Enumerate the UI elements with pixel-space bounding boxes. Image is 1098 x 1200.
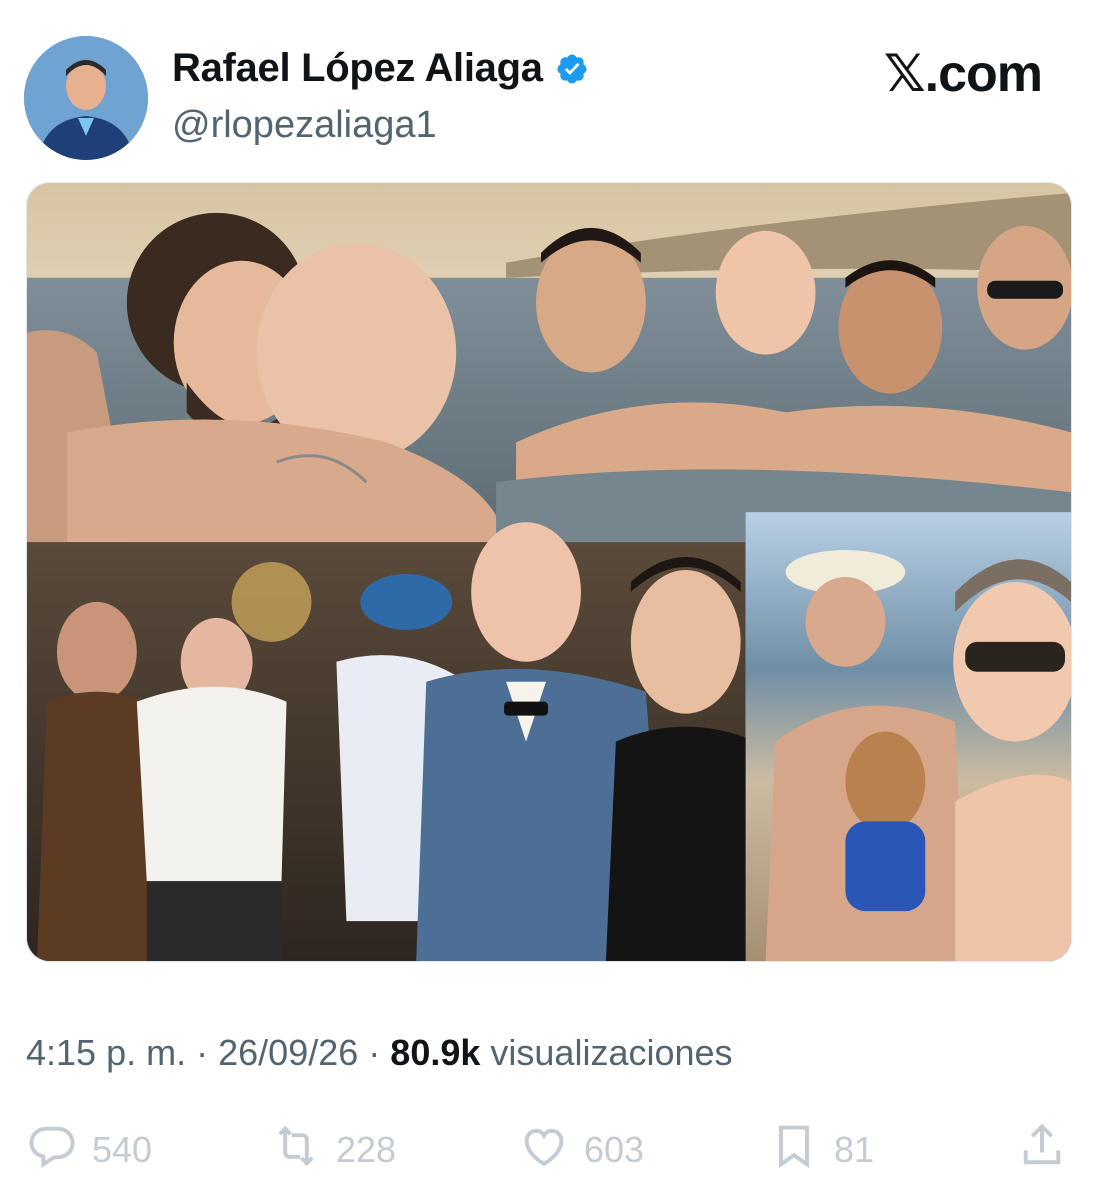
bookmark-count: 81 xyxy=(834,1129,875,1170)
views-label: visualizaciones xyxy=(490,1032,733,1073)
like-button[interactable]: 603 xyxy=(518,1120,644,1180)
tweet-card: Rafael López Aliaga @rlopezaliaga1 𝕏.com xyxy=(0,0,1098,1200)
retweet-icon xyxy=(270,1120,322,1181)
author-name[interactable]: Rafael López Aliaga xyxy=(172,46,543,91)
share-icon xyxy=(1016,1120,1068,1181)
retweet-count: 228 xyxy=(336,1129,397,1170)
author-avatar[interactable] xyxy=(24,36,148,160)
tweet-date[interactable]: 26/09/26 xyxy=(218,1032,358,1073)
heart-icon xyxy=(518,1120,570,1181)
verified-badge-icon xyxy=(555,52,589,86)
brand-logo: 𝕏.com xyxy=(883,45,1043,103)
tweet-actions-bar: 540 228 603 81 xyxy=(26,1120,1072,1180)
tweet-media-photo[interactable] xyxy=(26,182,1072,962)
bookmark-icon xyxy=(768,1120,820,1181)
photo-collage-image xyxy=(27,183,1071,961)
author-handle[interactable]: @rlopezaliaga1 xyxy=(172,104,437,147)
meta-separator: · xyxy=(196,1032,209,1073)
tweet-time[interactable]: 4:15 p. m. xyxy=(26,1032,186,1073)
meta-separator-2: · xyxy=(368,1032,381,1073)
retweet-button[interactable]: 228 xyxy=(270,1120,396,1180)
tweet-meta: 4:15 p. m. · 26/09/26 · 80.9k visualizac… xyxy=(26,1032,733,1074)
reply-button[interactable]: 540 xyxy=(26,1120,152,1180)
author-line: Rafael López Aliaga xyxy=(172,46,589,91)
bookmark-button[interactable]: 81 xyxy=(768,1120,874,1180)
reply-count: 540 xyxy=(92,1129,153,1170)
share-button[interactable] xyxy=(1016,1120,1068,1180)
like-count: 603 xyxy=(584,1129,645,1170)
reply-icon xyxy=(26,1120,78,1181)
views-count: 80.9k xyxy=(390,1032,481,1073)
